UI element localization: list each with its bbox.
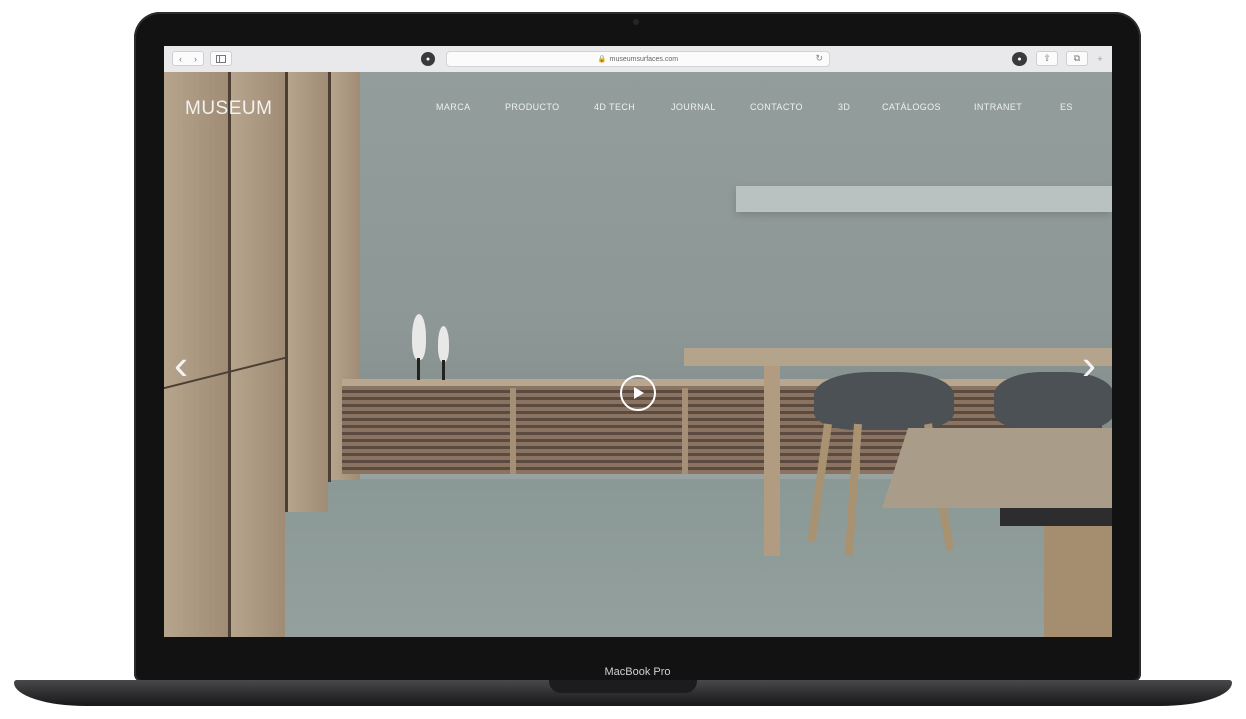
sculpture-left bbox=[412, 314, 426, 360]
bottom-bezel: MacBook Pro bbox=[134, 652, 1141, 682]
camera-icon bbox=[633, 19, 639, 25]
extension-button-right[interactable]: ● bbox=[1012, 52, 1027, 66]
address-url: museumsurfaces.com bbox=[609, 55, 679, 63]
play-icon bbox=[634, 387, 644, 399]
tabs-icon: ⧉ bbox=[1073, 53, 1081, 63]
nav-item-journal[interactable]: JOURNAL bbox=[671, 102, 716, 112]
chair-left bbox=[814, 372, 954, 430]
nav-item-3d[interactable]: 3D bbox=[838, 102, 850, 112]
base-notch bbox=[549, 680, 697, 693]
sidebar-button[interactable] bbox=[210, 51, 232, 66]
reload-icon[interactable]: ↻ bbox=[815, 53, 823, 64]
browser-toolbar: ‹ › ● 🔒 museumsurfaces.com ↻ ● ⇧ ⧉ + bbox=[164, 46, 1112, 73]
sidebar-icon bbox=[216, 54, 226, 63]
extension-right-icon: ● bbox=[1017, 55, 1022, 63]
slider-prev-arrow[interactable]: ‹ bbox=[174, 344, 188, 386]
nav-item-language[interactable]: ES bbox=[1060, 102, 1073, 112]
nav-item-intranet[interactable]: INTRANET bbox=[974, 102, 1022, 112]
extension-icon: ● bbox=[425, 55, 431, 63]
back-button[interactable]: ‹ bbox=[173, 54, 188, 64]
laptop-lid: ‹ › ● 🔒 museumsurfaces.com ↻ ● ⇧ ⧉ + MUS… bbox=[134, 12, 1141, 682]
ceiling-fixture bbox=[736, 186, 1112, 212]
model-label: MacBook Pro bbox=[604, 666, 671, 678]
nav-item-4d-tech[interactable]: 4D TECH bbox=[594, 102, 635, 112]
dining-table-back bbox=[684, 348, 1112, 366]
nav-item-marca[interactable]: MARCA bbox=[436, 102, 471, 112]
sculpture-right bbox=[438, 326, 449, 362]
wood-wall-panels bbox=[164, 72, 360, 637]
nav-item-producto[interactable]: PRODUCTO bbox=[505, 102, 560, 112]
new-tab-button[interactable]: + bbox=[1094, 51, 1106, 66]
nav-item-catalogos[interactable]: CATÁLOGOS bbox=[882, 102, 941, 112]
laptop-base bbox=[14, 680, 1232, 706]
tabs-button[interactable]: ⧉ bbox=[1066, 51, 1088, 66]
address-bar[interactable]: 🔒 museumsurfaces.com ↻ bbox=[446, 51, 830, 67]
laptop-screen: ‹ › ● 🔒 museumsurfaces.com ↻ ● ⇧ ⧉ + MUS… bbox=[164, 46, 1112, 637]
nav-button-group: ‹ › bbox=[172, 51, 204, 66]
slider-next-arrow[interactable]: › bbox=[1082, 344, 1096, 386]
site-logo[interactable]: MUSEUM bbox=[185, 98, 272, 120]
dining-table-front bbox=[882, 428, 1112, 508]
share-button[interactable]: ⇧ bbox=[1036, 51, 1058, 66]
forward-button[interactable]: › bbox=[188, 54, 203, 64]
extension-button[interactable]: ● bbox=[421, 52, 435, 66]
share-icon: ⇧ bbox=[1043, 53, 1051, 63]
nav-item-contacto[interactable]: CONTACTO bbox=[750, 102, 803, 112]
plus-icon: + bbox=[1097, 53, 1103, 64]
hero-slider: MUSEUM MARCA PRODUCTO 4D TECH JOURNAL CO… bbox=[164, 72, 1112, 637]
play-button[interactable] bbox=[620, 375, 656, 411]
lock-icon: 🔒 bbox=[597, 56, 607, 63]
